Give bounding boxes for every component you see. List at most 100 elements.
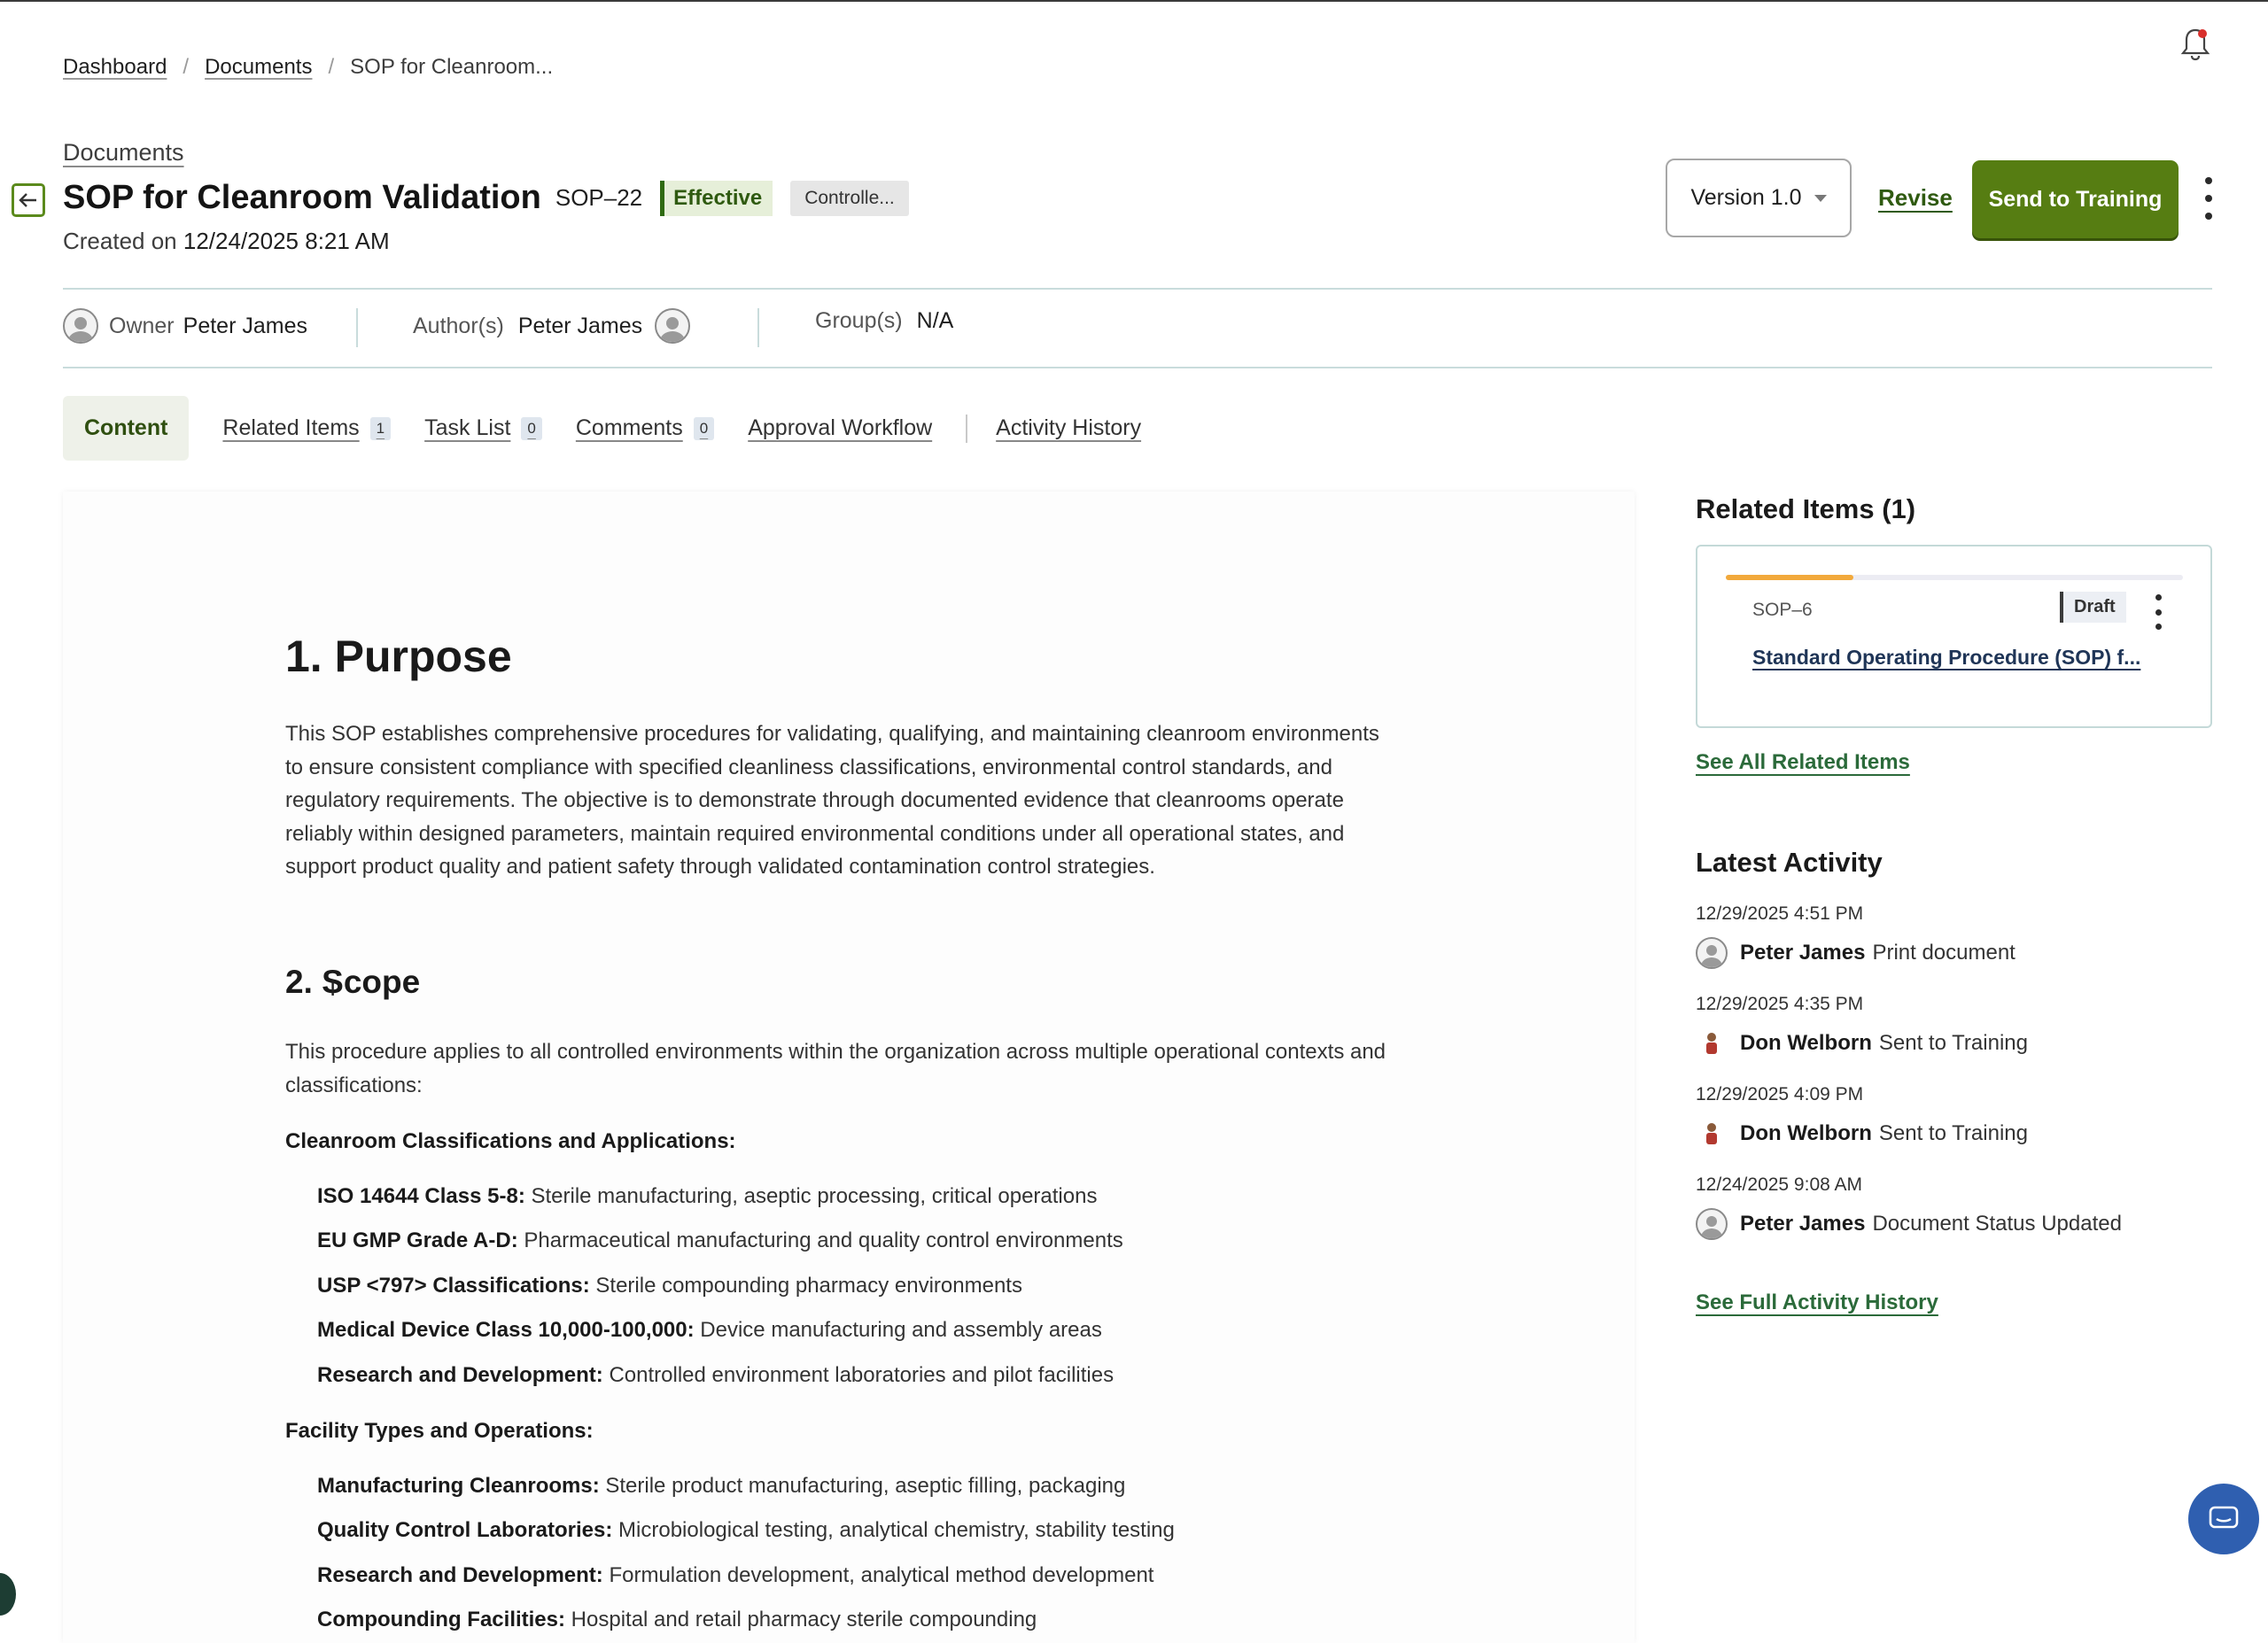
activity-user: Peter James bbox=[1740, 1212, 1866, 1236]
list-item-desc: Device manufacturing and assembly areas bbox=[700, 1318, 1102, 1342]
tab-label: Comments bbox=[575, 415, 683, 440]
tab-task-list[interactable]: Task List 0 bbox=[424, 415, 542, 441]
activity-action: Sent to Training bbox=[1878, 1121, 2028, 1145]
list-item-desc: Hospital and retail pharmacy sterile com… bbox=[571, 1608, 1037, 1631]
divider bbox=[63, 367, 2212, 368]
list-item-desc: Microbiological testing, analytical chem… bbox=[618, 1518, 1175, 1542]
tab-label: Related Items bbox=[222, 415, 360, 440]
list-item-desc: Pharmaceutical manufacturing and quality… bbox=[524, 1228, 1123, 1252]
tab-label: Task List bbox=[424, 415, 511, 440]
count-badge: 0 bbox=[693, 416, 715, 440]
owner-field: Owner Peter James bbox=[63, 308, 307, 344]
document-id: SOP–22 bbox=[555, 184, 643, 211]
list-item-desc: Formulation development, analytical meth… bbox=[609, 1563, 1154, 1587]
created-date: Created on 12/24/2025 8:21 AM bbox=[63, 228, 390, 255]
breadcrumb: Dashboard / Documents / SOP for Cleanroo… bbox=[63, 55, 553, 80]
list-item-term: Medical Device Class 10,000-100,000: bbox=[317, 1318, 695, 1342]
created-label: Created on bbox=[63, 228, 177, 254]
side-handle[interactable] bbox=[0, 1573, 16, 1616]
activity-time: 12/29/2025 4:09 PM bbox=[1696, 1084, 1864, 1104]
list-item-desc: Sterile compounding pharmacy environment… bbox=[595, 1274, 1022, 1298]
version-select[interactable]: Version 1.0 bbox=[1666, 159, 1852, 237]
activity-time: 12/24/2025 9:08 AM bbox=[1696, 1174, 1862, 1195]
tab-content[interactable]: Content bbox=[63, 396, 190, 461]
activity-time: 12/29/2025 4:51 PM bbox=[1696, 903, 1864, 924]
activity-item: 12/29/2025 4:51 PM Peter James Print doc… bbox=[1696, 903, 2218, 969]
activity-item: 12/29/2025 4:35 PM Don Welborn Sent to T… bbox=[1696, 994, 2218, 1059]
activity-user: Peter James bbox=[1740, 941, 1866, 965]
activity-action: Print document bbox=[1872, 941, 2016, 965]
back-arrow-icon[interactable] bbox=[12, 183, 45, 217]
activity-action: Document Status Updated bbox=[1872, 1212, 2122, 1236]
send-to-training-button[interactable]: Send to Training bbox=[1972, 160, 2179, 238]
document-body: 1. Purpose This SOP establishes comprehe… bbox=[285, 631, 1402, 884]
activity-user: Don Welborn bbox=[1740, 1031, 1872, 1055]
list-item: EU GMP Grade A-D: Pharmaceutical manufac… bbox=[317, 1228, 1123, 1253]
tab-comments[interactable]: Comments 0 bbox=[575, 415, 715, 441]
list-item: Research and Development: Controlled env… bbox=[317, 1363, 1114, 1388]
scope-text: This procedure applies to all controlled… bbox=[285, 1040, 1386, 1097]
kebab-menu-icon[interactable] bbox=[2195, 177, 2222, 220]
breadcrumb-separator: / bbox=[183, 55, 190, 79]
list-item: Quality Control Laboratories: Microbiolo… bbox=[317, 1518, 1175, 1543]
list-item-term: Manufacturing Cleanrooms: bbox=[317, 1474, 600, 1498]
tab-label: Approval Workflow bbox=[748, 415, 933, 440]
list-item-term: Research and Development: bbox=[317, 1563, 603, 1587]
activity-user: Don Welborn bbox=[1740, 1121, 1872, 1145]
user-photo-icon bbox=[1696, 1027, 1728, 1059]
page-title: SOP for Cleanroom Validation bbox=[63, 179, 541, 216]
related-item-card[interactable]: SOP–6 Draft Standard Operating Procedure… bbox=[1696, 545, 2212, 728]
activity-item: 12/24/2025 9:08 AM Peter James Document … bbox=[1696, 1174, 2218, 1240]
list-item-desc: Sterile product manufacturing, aseptic f… bbox=[605, 1474, 1126, 1498]
classifications-heading: Cleanroom Classifications and Applicatio… bbox=[285, 1129, 736, 1153]
divider bbox=[63, 288, 2212, 290]
bell-icon[interactable] bbox=[2179, 27, 2211, 62]
kebab-menu-icon[interactable] bbox=[2149, 594, 2167, 630]
list-item: USP <797> Classifications: Sterile compo… bbox=[317, 1274, 1022, 1298]
created-value: 12/24/2025 8:21 AM bbox=[183, 228, 390, 254]
list-item: Compounding Facilities: Hospital and ret… bbox=[317, 1608, 1037, 1632]
breadcrumb-documents[interactable]: Documents bbox=[205, 55, 312, 80]
list-item-term: Research and Development: bbox=[317, 1363, 603, 1387]
tab-approval-workflow[interactable]: Approval Workflow bbox=[748, 415, 932, 441]
breadcrumb-separator: / bbox=[328, 55, 335, 79]
tab-activity-history[interactable]: Activity History bbox=[996, 415, 1141, 441]
list-item-term: ISO 14644 Class 5-8: bbox=[317, 1184, 525, 1208]
owner-value: Peter James bbox=[183, 313, 307, 338]
breadcrumb-current: SOP for Cleanroom... bbox=[350, 55, 554, 79]
authors-value: Peter James bbox=[517, 313, 643, 338]
groups-field: Group(s) N/A bbox=[815, 308, 953, 334]
top-border bbox=[0, 0, 2268, 2]
revise-link[interactable]: Revise bbox=[1878, 184, 1953, 212]
user-avatar-icon bbox=[63, 308, 98, 344]
groups-value: N/A bbox=[916, 308, 954, 333]
see-full-activity-link[interactable]: See Full Activity History bbox=[1696, 1290, 1938, 1315]
list-item: Manufacturing Cleanrooms: Sterile produc… bbox=[317, 1474, 1125, 1499]
authors-label: Author(s) bbox=[413, 313, 504, 338]
related-items-title: Related Items (1) bbox=[1696, 493, 1916, 524]
related-item-link[interactable]: Standard Operating Procedure (SOP) f... bbox=[1752, 646, 2140, 670]
list-item-term: USP <797> Classifications: bbox=[317, 1274, 590, 1298]
tab-separator bbox=[966, 414, 968, 443]
chat-icon[interactable] bbox=[2188, 1484, 2259, 1554]
breadcrumb-dashboard[interactable]: Dashboard bbox=[63, 55, 167, 80]
list-item: ISO 14644 Class 5-8: Sterile manufacturi… bbox=[317, 1184, 1097, 1209]
list-item-term: Compounding Facilities: bbox=[317, 1608, 565, 1631]
title-row: SOP for Cleanroom Validation SOP–22 Effe… bbox=[63, 179, 909, 217]
list-item: Medical Device Class 10,000-100,000: Dev… bbox=[317, 1318, 1102, 1343]
see-all-related-link[interactable]: See All Related Items bbox=[1696, 750, 1910, 775]
status-badge: Draft bbox=[2060, 592, 2126, 623]
classification-badge[interactable]: Controlle... bbox=[790, 180, 909, 216]
version-value: 1.0 bbox=[1770, 185, 1802, 210]
list-item-desc: Controlled environment laboratories and … bbox=[609, 1363, 1115, 1387]
count-badge: 1 bbox=[369, 416, 392, 440]
list-item-term: Quality Control Laboratories: bbox=[317, 1518, 613, 1542]
list-item-term: EU GMP Grade A-D: bbox=[317, 1228, 518, 1252]
documents-link[interactable]: Documents bbox=[63, 139, 184, 167]
tab-related-items[interactable]: Related Items 1 bbox=[222, 415, 392, 441]
purpose-text: This SOP establishes comprehensive proce… bbox=[285, 722, 1379, 879]
latest-activity-title: Latest Activity bbox=[1696, 847, 1883, 878]
tab-label: Activity History bbox=[996, 415, 1142, 440]
user-avatar-icon bbox=[1696, 1208, 1728, 1240]
purpose-heading: 1. Purpose bbox=[285, 632, 512, 681]
